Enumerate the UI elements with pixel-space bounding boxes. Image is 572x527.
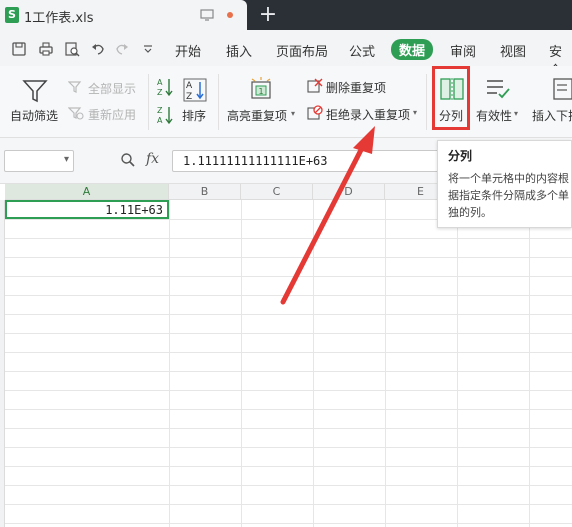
show-all-button[interactable]: 全部显示 xyxy=(88,80,136,97)
menu-insert[interactable]: 插入 xyxy=(226,41,252,60)
data-validity-icon[interactable] xyxy=(485,77,511,101)
gridline xyxy=(5,409,572,410)
menu-view[interactable]: 视图 xyxy=(500,41,526,60)
menu-review[interactable]: 审阅 xyxy=(450,41,476,60)
tooltip-description: 将一个单元格中的内容根据指定条件分隔成多个单独的列。 xyxy=(448,172,569,219)
insert-dropdown-button[interactable]: 插入下拉 xyxy=(532,107,572,124)
title-bar: S 1工作表.xls + xyxy=(0,0,572,30)
fx-icon[interactable]: fx xyxy=(146,151,159,167)
reject-duplicates-button[interactable]: 拒绝录入重复项 xyxy=(326,106,410,123)
show-all-icon xyxy=(68,81,82,93)
tooltip-title: 分列 xyxy=(448,149,473,163)
sort-button[interactable]: 排序 xyxy=(182,107,206,124)
auto-filter-button[interactable]: 自动筛选 xyxy=(10,107,58,124)
svg-text:1: 1 xyxy=(259,87,264,96)
svg-text:Z: Z xyxy=(186,92,192,102)
spreadsheet-grid[interactable]: A B C D E 1.11E+63 xyxy=(0,184,572,527)
unsaved-dot-icon[interactable] xyxy=(227,12,233,18)
gridline xyxy=(5,352,572,353)
gridline xyxy=(5,238,572,239)
svg-text:Z: Z xyxy=(157,106,163,115)
gridline xyxy=(5,295,572,296)
column-header-c[interactable]: C xyxy=(241,184,313,200)
highlight-dropdown-caret-icon[interactable]: ▾ xyxy=(291,109,295,118)
menu-bar: 开始 插入 页面布局 公式 数据 审阅 视图 安全 xyxy=(0,30,572,79)
data-ribbon: 自动筛选 全部显示 重新应用 A Z Z A A Z 排序 1 高亮重复项 ▾ … xyxy=(0,66,572,138)
menu-data[interactable]: 数据 xyxy=(391,39,434,60)
gridline xyxy=(5,276,572,277)
redo-icon[interactable] xyxy=(114,41,130,57)
reapply-icon xyxy=(68,107,84,120)
sort-descending-icon[interactable]: Z A xyxy=(156,104,174,126)
svg-text:A: A xyxy=(157,78,163,87)
gridline xyxy=(5,504,572,505)
gridline xyxy=(5,523,572,524)
gridline xyxy=(5,428,572,429)
svg-text:Z: Z xyxy=(157,88,163,97)
split-column-highlight-box xyxy=(432,66,470,130)
gridline xyxy=(5,447,572,448)
sort-ascending-icon[interactable]: A Z xyxy=(156,76,174,98)
gridline xyxy=(313,200,314,527)
split-column-tooltip: 分列 将一个单元格中的内容根据指定条件分隔成多个单独的列。 xyxy=(437,140,572,228)
remove-duplicates-button[interactable]: 删除重复项 xyxy=(326,79,386,96)
remove-duplicates-icon xyxy=(307,78,323,93)
row-header-strip[interactable] xyxy=(0,200,5,527)
column-header-b[interactable]: B xyxy=(169,184,241,200)
gridline xyxy=(5,257,572,258)
gridline xyxy=(5,333,572,334)
menu-home[interactable]: 开始 xyxy=(175,41,201,60)
reject-dropdown-caret-icon[interactable]: ▾ xyxy=(413,108,417,117)
gridline xyxy=(5,314,572,315)
gridline xyxy=(5,485,572,486)
monitor-icon[interactable] xyxy=(200,8,214,22)
formula-input[interactable]: 1.11111111111111E+63 xyxy=(172,150,442,172)
workbook-tab-title: 1工作表.xls xyxy=(24,11,94,26)
reapply-button[interactable]: 重新应用 xyxy=(88,106,136,123)
customize-quick-access-icon[interactable] xyxy=(140,41,156,57)
zoom-search-icon[interactable] xyxy=(120,152,136,168)
column-header-d[interactable]: D xyxy=(313,184,385,200)
ribbon-separator xyxy=(426,74,427,130)
highlight-duplicates-button[interactable]: 高亮重复项 xyxy=(227,107,287,124)
data-validity-button[interactable]: 有效性 xyxy=(476,107,512,124)
save-icon[interactable] xyxy=(11,41,27,57)
column-header-a[interactable]: A xyxy=(5,184,169,200)
gridline xyxy=(529,200,530,527)
gridline xyxy=(457,200,458,527)
filter-icon[interactable] xyxy=(22,78,48,104)
insert-dropdown-icon[interactable] xyxy=(552,77,572,101)
gridline xyxy=(5,466,572,467)
ribbon-separator xyxy=(218,74,219,130)
highlight-duplicates-icon[interactable]: 1 xyxy=(249,76,275,102)
sort-icon[interactable]: A Z xyxy=(183,78,207,102)
spreadsheet-file-icon: S xyxy=(5,7,19,23)
gridline xyxy=(385,200,386,527)
ribbon-separator xyxy=(148,74,149,130)
name-box-dropdown-icon[interactable]: ▾ xyxy=(64,154,69,165)
new-tab-plus-icon[interactable]: + xyxy=(256,2,280,28)
svg-text:A: A xyxy=(186,81,193,91)
menu-page-layout[interactable]: 页面布局 xyxy=(276,41,328,60)
gridline xyxy=(169,200,170,527)
undo-icon[interactable] xyxy=(90,41,106,57)
print-icon[interactable] xyxy=(38,41,54,57)
reject-duplicates-icon xyxy=(307,105,323,120)
workbook-tab[interactable]: S 1工作表.xls xyxy=(0,0,247,30)
menu-formulas[interactable]: 公式 xyxy=(349,41,375,60)
gridline xyxy=(5,390,572,391)
name-box[interactable]: ▾ xyxy=(4,150,74,172)
svg-text:A: A xyxy=(157,116,163,125)
print-preview-icon[interactable] xyxy=(64,41,80,57)
gridline xyxy=(5,371,572,372)
gridline xyxy=(241,200,242,527)
cell-a1[interactable]: 1.11E+63 xyxy=(5,200,169,219)
validity-dropdown-caret-icon[interactable]: ▾ xyxy=(514,109,518,118)
